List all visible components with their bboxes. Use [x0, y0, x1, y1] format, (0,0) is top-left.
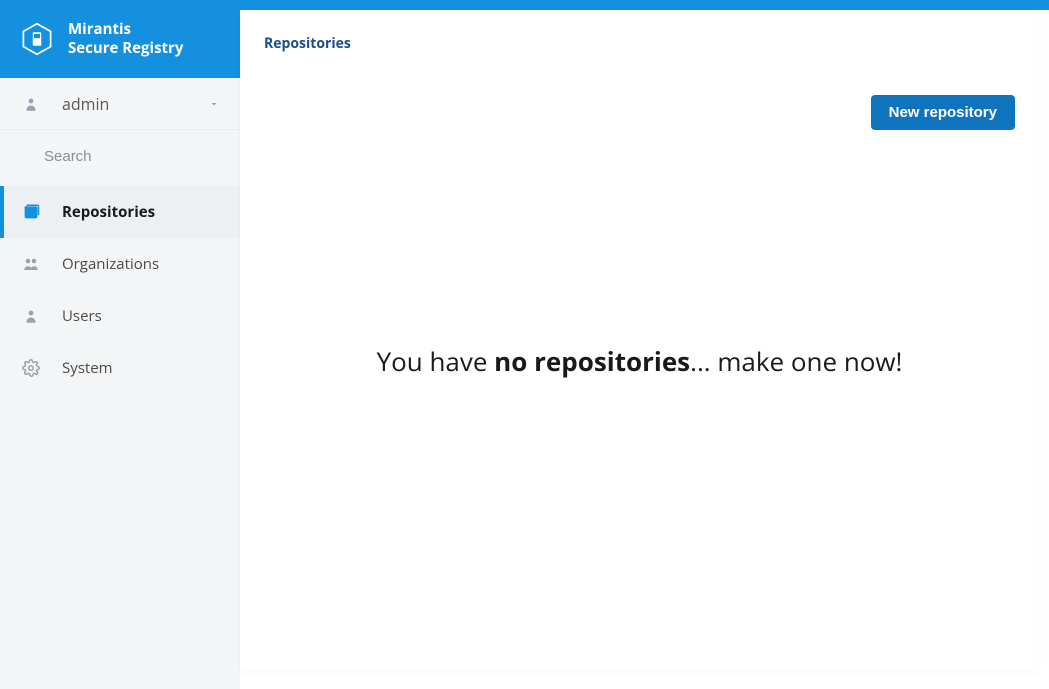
empty-state: You have no repositories... make one now… — [240, 130, 1039, 671]
brand-title: Mirantis Secure Registry — [68, 20, 183, 58]
nav-item-repositories[interactable]: Repositories — [0, 186, 240, 238]
gear-icon — [22, 359, 40, 377]
empty-state-text: You have no repositories... make one now… — [377, 343, 903, 379]
brand-line1: Mirantis — [68, 20, 183, 39]
user-name: admin — [62, 93, 109, 115]
empty-bold: no repositories — [494, 343, 690, 379]
nav-list: Repositories Organizations Users System — [0, 186, 240, 394]
content-panel: Repositories New repository You have no … — [240, 10, 1039, 671]
breadcrumb: Repositories — [240, 10, 1039, 71]
nav-label-system: System — [62, 358, 113, 378]
breadcrumb-current[interactable]: Repositories — [264, 34, 351, 53]
main: Repositories New repository You have no … — [240, 0, 1049, 689]
chevron-down-icon — [208, 93, 220, 115]
search-input[interactable] — [44, 148, 243, 165]
search-row — [0, 130, 240, 182]
empty-prefix: You have — [377, 343, 495, 379]
action-bar: New repository — [240, 71, 1039, 130]
sidebar: Mirantis Secure Registry admin — [0, 0, 240, 689]
nav-label-repositories: Repositories — [62, 202, 155, 222]
nav-item-system[interactable]: System — [0, 342, 240, 394]
hexagon-logo-icon — [20, 22, 54, 56]
user-dropdown[interactable]: admin — [0, 78, 240, 130]
brand-line2: Secure Registry — [68, 39, 183, 58]
new-repository-button[interactable]: New repository — [871, 95, 1015, 130]
brand-header: Mirantis Secure Registry — [0, 0, 240, 78]
users-icon — [22, 307, 40, 325]
repositories-icon — [22, 203, 40, 221]
nav-item-organizations[interactable]: Organizations — [0, 238, 240, 290]
nav-item-users[interactable]: Users — [0, 290, 240, 342]
organizations-icon — [22, 255, 40, 273]
app-root: Mirantis Secure Registry admin — [0, 0, 1049, 689]
nav-label-organizations: Organizations — [62, 254, 159, 274]
topbar-accent — [240, 0, 1049, 10]
user-icon — [22, 95, 40, 113]
nav-label-users: Users — [62, 306, 102, 326]
empty-suffix: ... make one now! — [690, 343, 902, 379]
